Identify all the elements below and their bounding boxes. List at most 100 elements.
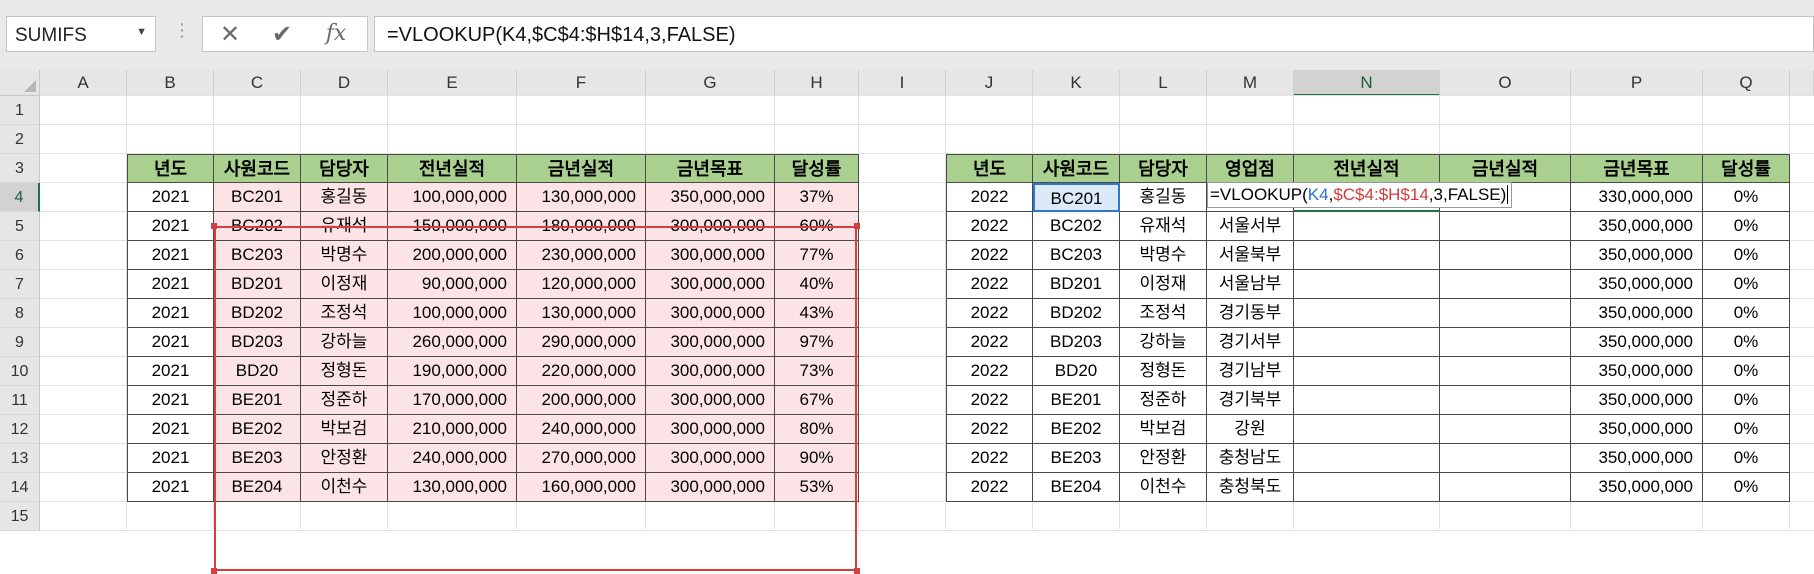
table1-cell[interactable]: 77% (775, 241, 859, 270)
table2-cell[interactable]: 350,000,000 (1571, 299, 1703, 328)
table2-cell[interactable]: BC203 (1033, 241, 1120, 270)
column-header-p[interactable]: P (1571, 70, 1703, 96)
table1-cell[interactable]: 2021 (127, 270, 214, 299)
table1-cell[interactable]: 160,000,000 (517, 473, 646, 502)
table2-cell[interactable]: 0% (1703, 183, 1790, 212)
table2-cell[interactable]: 0% (1703, 473, 1790, 502)
table2-cell[interactable]: 서울북부 (1207, 241, 1294, 270)
table1-cell[interactable]: 100,000,000 (388, 299, 517, 328)
table2-cell[interactable]: 경기서부 (1207, 328, 1294, 357)
table1-cell[interactable]: 2021 (127, 444, 214, 473)
table1-cell[interactable]: 정준하 (301, 386, 388, 415)
table1-header[interactable]: 전년실적 (388, 154, 517, 183)
table2-cell[interactable]: 2022 (946, 386, 1033, 415)
column-header-a[interactable]: A (40, 70, 127, 96)
table2-cell[interactable]: 0% (1703, 415, 1790, 444)
table1-header[interactable]: 금년실적 (517, 154, 646, 183)
column-header-h[interactable]: H (775, 70, 859, 96)
table2-cell[interactable]: 2022 (946, 328, 1033, 357)
table1-cell[interactable]: 73% (775, 357, 859, 386)
table2-header[interactable]: 금년실적 (1440, 154, 1571, 183)
table2-cell[interactable]: 충청남도 (1207, 444, 1294, 473)
row-header-11[interactable]: 11 (0, 386, 40, 415)
table1-cell[interactable]: 300,000,000 (646, 270, 775, 299)
table1-cell[interactable]: 130,000,000 (517, 299, 646, 328)
table2-cell[interactable]: 0% (1703, 444, 1790, 473)
table2-cell[interactable]: 2022 (946, 444, 1033, 473)
table1-cell[interactable]: 2021 (127, 386, 214, 415)
table1-cell[interactable]: 90% (775, 444, 859, 473)
table2-cell[interactable]: 2022 (946, 473, 1033, 502)
row-header-4[interactable]: 4 (0, 183, 40, 212)
table1-cell[interactable]: 홍길동 (301, 183, 388, 212)
table2-header[interactable]: 사원코드 (1033, 154, 1120, 183)
cancel-icon[interactable]: ✕ (215, 20, 245, 49)
table2-cell[interactable]: 정준하 (1120, 386, 1207, 415)
table2-cell[interactable] (1294, 328, 1440, 357)
column-header-f[interactable]: F (517, 70, 646, 96)
table1-cell[interactable]: 강하늘 (301, 328, 388, 357)
table2-cell[interactable]: 서울남부 (1207, 270, 1294, 299)
table2-cell[interactable] (1294, 444, 1440, 473)
table1-cell[interactable]: 100,000,000 (388, 183, 517, 212)
column-header-c[interactable]: C (214, 70, 301, 96)
table1-cell[interactable]: BD203 (214, 328, 301, 357)
table2-cell[interactable] (1440, 473, 1571, 502)
table2-cell[interactable]: 경기북부 (1207, 386, 1294, 415)
table2-cell[interactable] (1294, 415, 1440, 444)
table1-cell[interactable]: 67% (775, 386, 859, 415)
table1-cell[interactable]: 2021 (127, 473, 214, 502)
table2-cell[interactable] (1440, 270, 1571, 299)
table1-cell[interactable]: 240,000,000 (388, 444, 517, 473)
table1-cell[interactable]: 130,000,000 (388, 473, 517, 502)
table1-cell[interactable]: 150,000,000 (388, 212, 517, 241)
table2-cell[interactable]: 0% (1703, 328, 1790, 357)
name-box[interactable]: SUMIFS ▼ (6, 16, 156, 52)
row-header-1[interactable]: 1 (0, 96, 40, 125)
table1-cell[interactable]: 300,000,000 (646, 241, 775, 270)
table1-cell[interactable]: BE201 (214, 386, 301, 415)
table1-cell[interactable]: 37% (775, 183, 859, 212)
table1-cell[interactable]: 2021 (127, 299, 214, 328)
table1-cell[interactable]: BC202 (214, 212, 301, 241)
table1-cell[interactable]: BE202 (214, 415, 301, 444)
table2-cell[interactable]: 350,000,000 (1571, 386, 1703, 415)
editing-cell[interactable]: =VLOOKUP(K4,$C$4:$H$14,3,FALSE) (1207, 182, 1513, 212)
table2-cell[interactable]: 경기동부 (1207, 299, 1294, 328)
table1-cell[interactable]: 53% (775, 473, 859, 502)
chevron-down-icon[interactable]: ▼ (136, 26, 147, 38)
table1-cell[interactable]: 2021 (127, 328, 214, 357)
table1-cell[interactable]: 300,000,000 (646, 415, 775, 444)
table1-cell[interactable]: 200,000,000 (517, 386, 646, 415)
table1-cell[interactable]: 300,000,000 (646, 212, 775, 241)
table1-cell[interactable]: 230,000,000 (517, 241, 646, 270)
table1-cell[interactable]: 300,000,000 (646, 299, 775, 328)
table2-cell[interactable]: 서울서부 (1207, 212, 1294, 241)
table1-cell[interactable]: 유재석 (301, 212, 388, 241)
column-header-e[interactable]: E (388, 70, 517, 96)
table1-cell[interactable]: 2021 (127, 357, 214, 386)
table1-cell[interactable]: 이천수 (301, 473, 388, 502)
column-header-q[interactable]: Q (1703, 70, 1790, 96)
table2-cell[interactable] (1294, 212, 1440, 241)
table2-cell[interactable]: 350,000,000 (1571, 473, 1703, 502)
table2-cell[interactable]: 이정재 (1120, 270, 1207, 299)
table2-cell[interactable]: 2022 (946, 357, 1033, 386)
reference-range-handle[interactable] (211, 223, 217, 229)
table2-cell[interactable]: 330,000,000 (1571, 183, 1703, 212)
row-header-8[interactable]: 8 (0, 299, 40, 328)
table2-cell[interactable] (1440, 328, 1571, 357)
table2-header[interactable]: 금년목표 (1571, 154, 1703, 183)
table2-cell[interactable]: 2022 (946, 270, 1033, 299)
table2-cell[interactable]: BD202 (1033, 299, 1120, 328)
table2-header[interactable]: 영업점 (1207, 154, 1294, 183)
table1-cell[interactable]: 350,000,000 (646, 183, 775, 212)
row-header-10[interactable]: 10 (0, 357, 40, 386)
table1-cell[interactable]: BE203 (214, 444, 301, 473)
table1-cell[interactable]: 60% (775, 212, 859, 241)
table1-cell[interactable]: 97% (775, 328, 859, 357)
reference-range-handle[interactable] (854, 223, 860, 229)
table1-cell[interactable]: 40% (775, 270, 859, 299)
table2-cell[interactable]: 350,000,000 (1571, 212, 1703, 241)
row-header-3[interactable]: 3 (0, 154, 40, 183)
